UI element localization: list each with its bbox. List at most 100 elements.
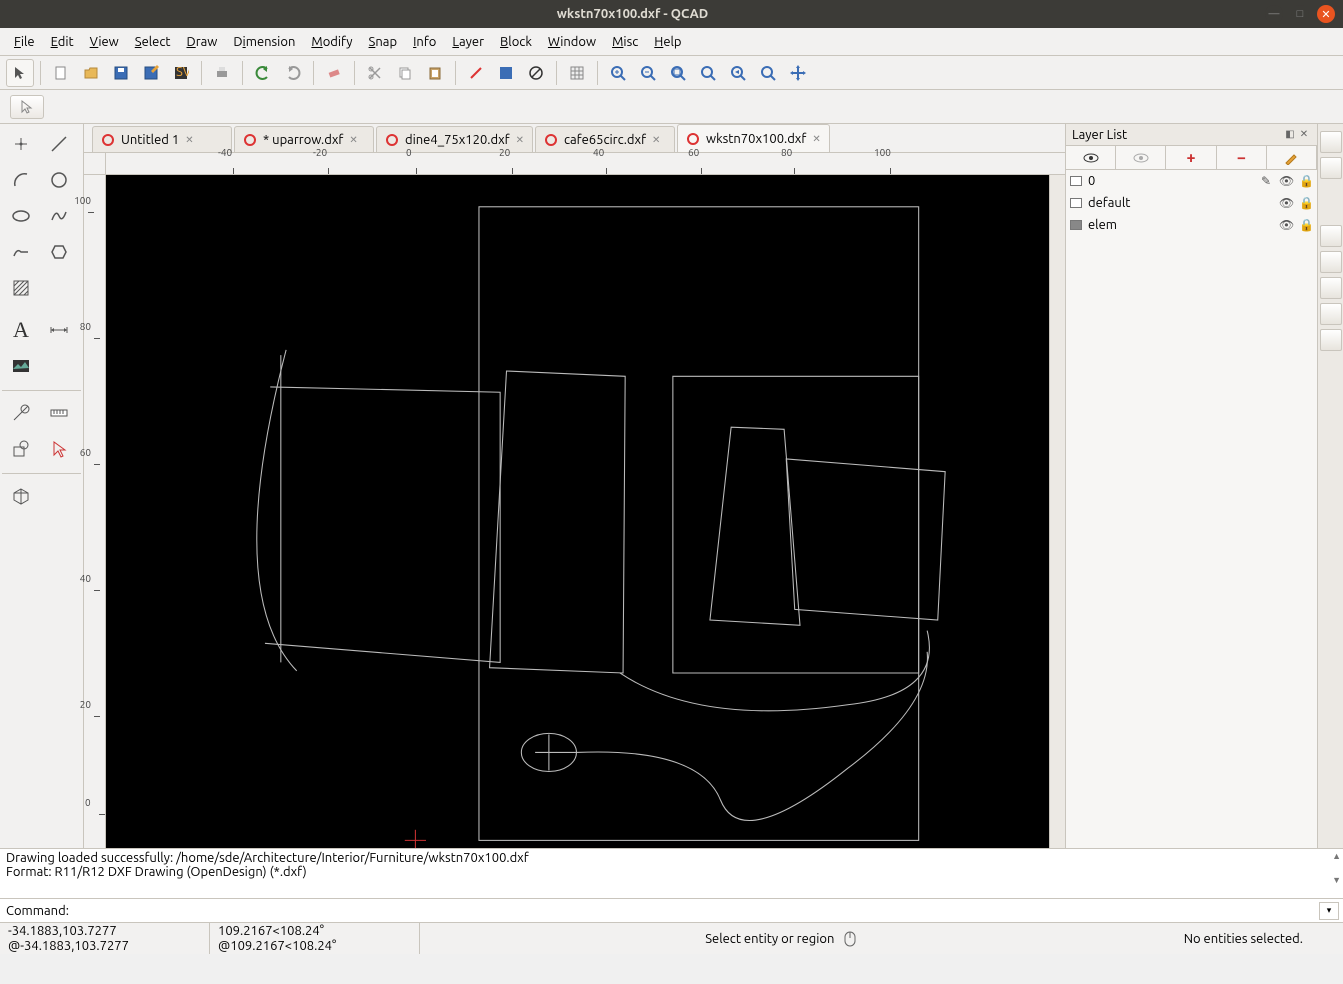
draw-hatch-button[interactable] <box>492 59 520 87</box>
dock-btn-5[interactable] <box>1320 277 1342 299</box>
tab-untitled-1[interactable]: Untitled 1 ✕ <box>92 126 232 152</box>
lock-icon[interactable]: 🔒 <box>1299 218 1313 232</box>
layer-row[interactable]: default👁🔒 <box>1066 192 1317 214</box>
tab-close-button[interactable]: ✕ <box>349 134 357 146</box>
tab-close-button[interactable]: ✕ <box>185 134 193 146</box>
tool-dimension[interactable] <box>40 312 78 348</box>
tab-cafe65[interactable]: cafe65circ.dxf ✕ <box>535 126 675 152</box>
new-file-button[interactable] <box>47 59 75 87</box>
log-scroll-down[interactable]: ▼ <box>1332 875 1341 885</box>
zoom-auto-button[interactable] <box>664 59 692 87</box>
dock-btn-1[interactable] <box>1320 131 1342 153</box>
tool-block[interactable] <box>2 431 40 467</box>
pointer-tool-button[interactable] <box>6 59 34 87</box>
dock-btn-3[interactable] <box>1320 225 1342 247</box>
menu-block[interactable]: Block <box>492 31 540 53</box>
layer-remove-button[interactable]: − <box>1217 146 1267 169</box>
command-input[interactable] <box>73 902 1319 920</box>
dock-btn-4[interactable] <box>1320 251 1342 273</box>
menu-select[interactable]: Select <box>127 31 179 53</box>
pan-button[interactable] <box>784 59 812 87</box>
eye-icon[interactable]: 👁 <box>1279 218 1293 232</box>
menu-dimension[interactable]: Dimension <box>225 31 303 53</box>
dock-btn-6[interactable] <box>1320 303 1342 325</box>
tool-image[interactable] <box>2 348 40 384</box>
save-as-button[interactable] <box>137 59 165 87</box>
grid-toggle-button[interactable] <box>563 59 591 87</box>
menu-modify[interactable]: Modify <box>303 31 360 53</box>
tool-point[interactable] <box>2 126 40 162</box>
tab-uparrow[interactable]: * uparrow.dxf ✕ <box>234 126 374 152</box>
layer-add-button[interactable]: + <box>1166 146 1216 169</box>
tool-spline[interactable] <box>40 198 78 234</box>
redo-button[interactable] <box>279 59 307 87</box>
tool-line[interactable] <box>40 126 78 162</box>
paste-button[interactable] <box>421 59 449 87</box>
log-scroll-up[interactable]: ▲ <box>1332 851 1341 861</box>
dock-btn-7[interactable] <box>1320 329 1342 351</box>
zoom-in-button[interactable] <box>604 59 632 87</box>
tool-polygon[interactable] <box>40 234 78 270</box>
tool-hatch[interactable] <box>2 270 40 306</box>
zoom-out-button[interactable] <box>634 59 662 87</box>
reset-tool-button[interactable] <box>10 95 44 119</box>
zoom-selection-icon <box>700 65 716 81</box>
menu-draw[interactable]: Draw <box>179 31 226 53</box>
log-line: Format: R11/R12 DXF Drawing (OpenDesign)… <box>6 865 1337 879</box>
menu-misc[interactable]: Misc <box>604 31 646 53</box>
zoom-window-button[interactable] <box>754 59 782 87</box>
menu-snap[interactable]: Snap <box>361 31 406 53</box>
tab-close-button[interactable]: ✕ <box>516 134 524 146</box>
cut-button[interactable] <box>361 59 389 87</box>
menu-help[interactable]: Help <box>646 31 689 53</box>
menu-window[interactable]: Window <box>540 31 604 53</box>
eye-icon[interactable]: 👁 <box>1279 196 1293 210</box>
layer-show-all-button[interactable] <box>1066 146 1116 169</box>
open-file-button[interactable] <box>77 59 105 87</box>
tool-select[interactable] <box>40 431 78 467</box>
print-button[interactable] <box>208 59 236 87</box>
menu-file[interactable]: File <box>6 31 43 53</box>
layer-row[interactable]: 0✎👁🔒 <box>1066 170 1317 192</box>
tab-wkstn70x100[interactable]: wkstn70x100.dxf ✕ <box>677 124 830 152</box>
export-svg-button[interactable]: SVG <box>167 59 195 87</box>
window-close-button[interactable]: ✕ <box>1317 5 1335 23</box>
panel-dock-button[interactable]: ◧ <box>1283 128 1297 142</box>
tool-isometric[interactable] <box>2 478 40 514</box>
drawing-canvas[interactable] <box>106 175 1049 864</box>
undo-button[interactable] <box>249 59 277 87</box>
menu-edit[interactable]: Edit <box>43 31 82 53</box>
tool-arc[interactable] <box>2 162 40 198</box>
command-history-dropdown[interactable]: ▾ <box>1319 902 1339 920</box>
tool-polyline[interactable] <box>2 234 40 270</box>
tool-info-ruler[interactable] <box>40 395 78 431</box>
zoom-previous-button[interactable] <box>724 59 752 87</box>
window-maximize-button[interactable]: □ <box>1291 5 1309 23</box>
window-minimize-button[interactable]: — <box>1265 5 1283 23</box>
tab-close-button[interactable]: ✕ <box>652 134 660 146</box>
menu-view[interactable]: View <box>82 31 127 53</box>
layer-row[interactable]: elem👁🔒 <box>1066 214 1317 236</box>
eye-icon[interactable]: 👁 <box>1279 174 1293 188</box>
menu-layer[interactable]: Layer <box>444 31 492 53</box>
layer-edit-button[interactable] <box>1267 146 1317 169</box>
layer-hide-all-button[interactable] <box>1116 146 1166 169</box>
lock-icon[interactable]: 🔒 <box>1299 174 1313 188</box>
tool-measure[interactable] <box>2 395 40 431</box>
tool-text[interactable]: A <box>2 312 40 348</box>
erase-button[interactable] <box>320 59 348 87</box>
save-button[interactable] <box>107 59 135 87</box>
draw-line-button[interactable] <box>462 59 490 87</box>
tab-close-button[interactable]: ✕ <box>812 133 820 145</box>
panel-close-button[interactable]: ✕ <box>1297 128 1311 142</box>
menu-info[interactable]: Info <box>405 31 444 53</box>
tool-circle[interactable] <box>40 162 78 198</box>
tab-label: cafe65circ.dxf <box>564 133 646 147</box>
zoom-selection-button[interactable] <box>694 59 722 87</box>
lock-icon[interactable]: 🔒 <box>1299 196 1313 210</box>
copy-button[interactable] <box>391 59 419 87</box>
draw-circle-button[interactable] <box>522 59 550 87</box>
tool-ellipse[interactable] <box>2 198 40 234</box>
dock-btn-2[interactable] <box>1320 157 1342 179</box>
vertical-scrollbar[interactable] <box>1049 175 1065 864</box>
